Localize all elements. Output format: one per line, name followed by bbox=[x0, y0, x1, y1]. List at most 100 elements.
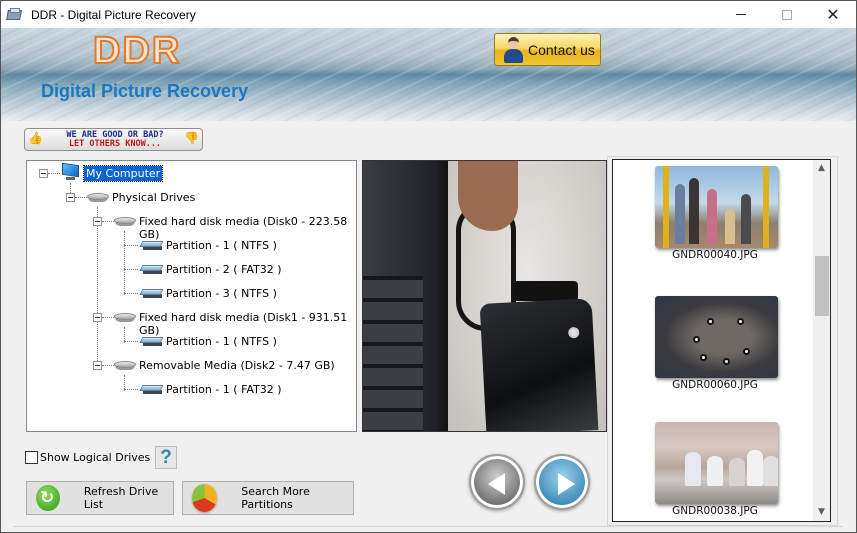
tree-line bbox=[124, 245, 138, 246]
minimize-button[interactable] bbox=[718, 1, 764, 28]
tree-line bbox=[102, 221, 114, 222]
contact-us-button[interactable]: Contact us bbox=[494, 33, 601, 66]
thumbs-down-icon: 👎 bbox=[184, 131, 199, 145]
feedback-button[interactable]: 👍 WE ARE GOOD OR BAD? LET OTHERS KNOW...… bbox=[24, 128, 203, 151]
photo-detail bbox=[675, 184, 685, 244]
photo-detail bbox=[743, 348, 750, 355]
clip-shape bbox=[513, 281, 578, 301]
photo-detail bbox=[737, 318, 744, 325]
collapse-toggle[interactable] bbox=[93, 313, 102, 322]
collapse-toggle[interactable] bbox=[93, 361, 102, 370]
collapse-toggle[interactable] bbox=[93, 217, 102, 226]
thumbnail-scrollbar[interactable]: ▲ ▼ bbox=[813, 160, 830, 521]
thumbnail-caption: GNDR00040.JPG bbox=[672, 249, 758, 261]
hand-shape bbox=[458, 161, 518, 231]
refresh-drive-list-button[interactable]: Refresh Drive List bbox=[26, 481, 174, 515]
tree-line bbox=[97, 207, 98, 367]
scrollbar-thumb[interactable] bbox=[815, 256, 829, 316]
partition-icon bbox=[139, 265, 164, 274]
app-window: DDR - Digital Picture Recovery ✕ DDR Dig… bbox=[0, 0, 857, 533]
title-bar: DDR - Digital Picture Recovery ✕ bbox=[1, 1, 856, 28]
tree-line bbox=[124, 389, 138, 390]
photo-detail bbox=[747, 450, 763, 486]
show-logical-drives-label: Show Logical Drives bbox=[40, 451, 151, 464]
feedback-line2: LET OTHERS KNOW... bbox=[68, 139, 162, 149]
photo-detail bbox=[707, 318, 714, 325]
photo-detail bbox=[725, 209, 735, 244]
photo-detail bbox=[663, 166, 669, 248]
removable-drive-icon bbox=[114, 361, 136, 371]
tree-line bbox=[124, 231, 125, 295]
partition-icon bbox=[139, 289, 164, 298]
tree-line bbox=[102, 317, 114, 318]
computer-icon bbox=[60, 162, 80, 182]
scroll-up-icon[interactable]: ▲ bbox=[813, 160, 830, 177]
photo-detail bbox=[685, 452, 701, 486]
thumbnail-image[interactable] bbox=[655, 296, 778, 378]
logo: DDR bbox=[92, 29, 182, 73]
photo-detail bbox=[729, 458, 745, 486]
close-icon: ✕ bbox=[826, 5, 840, 24]
collapse-toggle[interactable] bbox=[66, 193, 75, 202]
tree-line bbox=[124, 293, 138, 294]
thumbnail-image[interactable] bbox=[655, 166, 778, 248]
search-more-partitions-label: Search More Partitions bbox=[241, 485, 310, 511]
show-logical-drives-checkbox[interactable]: Show Logical Drives bbox=[25, 451, 150, 464]
photo-detail bbox=[763, 456, 778, 486]
photo-detail bbox=[693, 336, 700, 343]
pie-chart-icon bbox=[192, 484, 218, 512]
support-person-icon bbox=[503, 36, 523, 63]
tree-line bbox=[48, 173, 60, 174]
refresh-icon bbox=[36, 485, 60, 511]
photo-detail bbox=[741, 194, 751, 244]
hard-disk-icon bbox=[114, 313, 136, 323]
preview-image bbox=[362, 160, 607, 432]
thumbnail-caption: GNDR00038.JPG bbox=[672, 505, 758, 517]
previous-button[interactable] bbox=[469, 454, 525, 510]
tree-node-partition[interactable]: Partition - 1 ( NTFS ) bbox=[166, 239, 277, 252]
product-subtitle: Digital Picture Recovery bbox=[41, 81, 249, 101]
tree-node-physical-drives[interactable]: Physical Drives bbox=[112, 191, 195, 204]
thumbnail-caption: GNDR00060.JPG bbox=[672, 379, 758, 391]
hard-disk-icon bbox=[114, 217, 136, 227]
close-button[interactable]: ✕ bbox=[810, 1, 856, 28]
tree-node-disk1[interactable]: Fixed hard disk media (Disk1 - 931.51 GB… bbox=[139, 311, 356, 337]
refresh-drive-list-label: Refresh Drive List bbox=[83, 485, 159, 511]
header-banner: DDR Digital Picture Recovery Contact us bbox=[1, 28, 856, 121]
help-icon: ? bbox=[160, 447, 172, 468]
photo-detail bbox=[723, 358, 730, 365]
tree-node-disk0[interactable]: Fixed hard disk media (Disk0 - 223.58 GB… bbox=[139, 215, 356, 241]
maximize-button[interactable] bbox=[764, 1, 810, 28]
next-button[interactable] bbox=[534, 454, 590, 510]
photo-detail bbox=[707, 456, 723, 486]
tree-node-partition[interactable]: Partition - 1 ( NTFS ) bbox=[166, 335, 277, 348]
photo-detail bbox=[700, 354, 707, 361]
tree-node-partition[interactable]: Partition - 3 ( NTFS ) bbox=[166, 287, 277, 300]
tree-node-disk2[interactable]: Removable Media (Disk2 - 7.47 GB) bbox=[139, 359, 335, 372]
tree-node-my-computer[interactable]: My Computer bbox=[82, 165, 164, 182]
maximize-icon bbox=[782, 9, 792, 20]
tree-line bbox=[124, 269, 138, 270]
checkbox-box[interactable] bbox=[25, 451, 38, 464]
tree-line bbox=[124, 341, 138, 342]
partition-icon bbox=[139, 337, 164, 346]
keyboard-shape bbox=[363, 276, 423, 431]
search-more-partitions-button[interactable]: Search More Partitions bbox=[182, 481, 354, 515]
drive-tree[interactable]: My Computer Physical Drives Fixed hard d… bbox=[26, 160, 357, 432]
photo-detail bbox=[707, 189, 717, 244]
help-button[interactable]: ? bbox=[155, 446, 177, 469]
tree-node-partition[interactable]: Partition - 1 ( FAT32 ) bbox=[166, 383, 282, 396]
thumbnail-list[interactable]: GNDR00040.JPG GNDR00060.JPG GNDR00038.JP… bbox=[612, 159, 831, 522]
photo-detail bbox=[689, 178, 699, 244]
thumbnail-image[interactable] bbox=[655, 422, 778, 504]
partition-icon bbox=[139, 385, 164, 394]
window-title: DDR - Digital Picture Recovery bbox=[31, 7, 196, 22]
tree-line bbox=[102, 365, 114, 366]
arrow-left-icon bbox=[488, 473, 505, 495]
minimize-icon bbox=[736, 14, 746, 15]
tree-node-partition[interactable]: Partition - 2 ( FAT32 ) bbox=[166, 263, 282, 276]
collapse-toggle[interactable] bbox=[39, 169, 48, 178]
scroll-down-icon[interactable]: ▼ bbox=[813, 504, 830, 521]
drive-icon bbox=[87, 193, 109, 203]
arrow-right-icon bbox=[558, 473, 575, 495]
